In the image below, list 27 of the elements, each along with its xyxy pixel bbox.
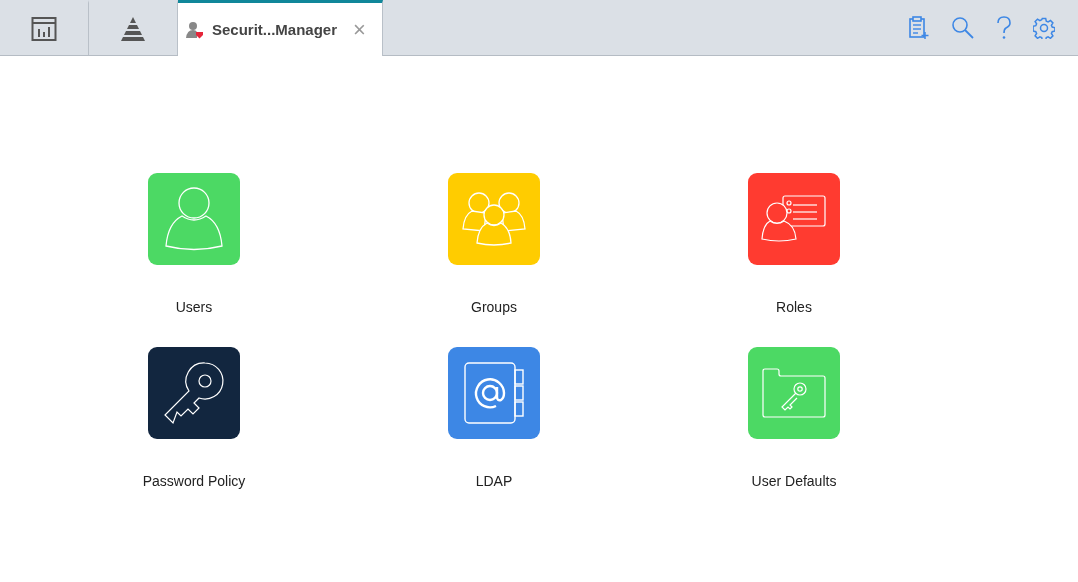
tile-button[interactable] <box>148 347 240 439</box>
tile-button[interactable] <box>148 173 240 265</box>
tile-label: User Defaults <box>751 473 837 489</box>
user-icon <box>164 187 224 251</box>
user-shield-icon <box>186 20 204 39</box>
tile-label: Groups <box>471 299 517 315</box>
tile-label: Password Policy <box>142 473 246 489</box>
user-card-icon <box>761 195 827 243</box>
tile-button[interactable] <box>448 347 540 439</box>
address-book-icon <box>463 361 525 425</box>
tile-button[interactable] <box>448 173 540 265</box>
tab-label: Securit...Manager <box>212 21 338 38</box>
help-icon[interactable] <box>996 15 1012 40</box>
tile-button[interactable] <box>748 173 840 265</box>
tile-label: Roles <box>776 299 812 315</box>
tile-button[interactable] <box>748 347 840 439</box>
folder-key-icon <box>762 368 826 418</box>
tile-label: Users <box>175 299 213 315</box>
settings-icon[interactable] <box>1033 16 1055 39</box>
key-icon <box>163 361 225 425</box>
tab[interactable]: Securit...Manager × <box>178 0 383 56</box>
pyramid-icon <box>119 16 147 42</box>
group-icon <box>462 191 526 247</box>
chart-window-icon <box>31 16 57 42</box>
clipboard-add-icon[interactable] <box>908 15 930 40</box>
tile-label: LDAP <box>475 473 513 489</box>
search-icon[interactable] <box>951 15 975 40</box>
